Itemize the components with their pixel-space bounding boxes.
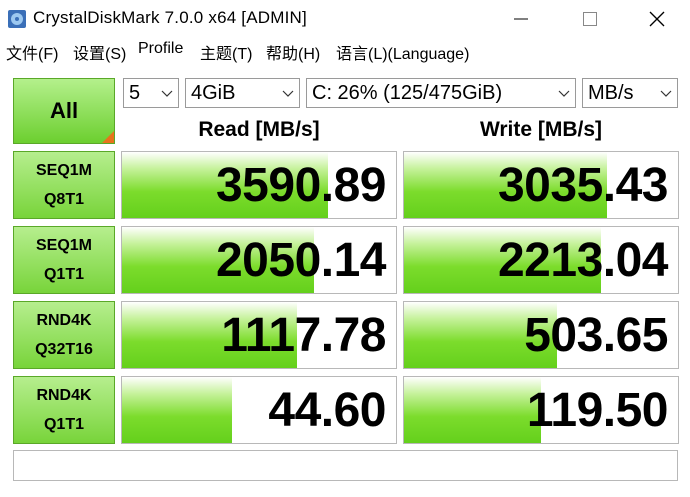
- test-params: Q32T16: [35, 341, 93, 358]
- read-result-seq1m-q8t1: 3590.89: [121, 151, 397, 219]
- write-value: 3035.43: [497, 159, 669, 212]
- chevron-down-icon: [558, 90, 570, 97]
- test-params: Q1T1: [43, 266, 84, 283]
- unit-value: MB/s: [588, 82, 634, 104]
- maximize-button[interactable]: [567, 0, 613, 38]
- minimize-button[interactable]: [498, 0, 544, 38]
- minimize-icon: [514, 18, 528, 20]
- close-button[interactable]: [634, 0, 680, 38]
- test-button-seq1m-q1t1[interactable]: SEQ1M Q1T1: [13, 226, 115, 294]
- test-params: Q1T1: [43, 416, 84, 433]
- menu-bar: 文件(F) 设置(S) Profile 主题(T) 帮助(H) 语言(L)(La…: [0, 38, 690, 64]
- menu-language[interactable]: 语言(L)(Language): [336, 40, 469, 64]
- menu-file[interactable]: 文件(F): [6, 40, 58, 64]
- write-value: 119.50: [526, 384, 669, 437]
- write-header: Write [MB/s]: [479, 118, 603, 141]
- write-value: 2213.04: [497, 234, 669, 287]
- write-result-seq1m-q8t1: 3035.43: [403, 151, 679, 219]
- read-result-seq1m-q1t1: 2050.14: [121, 226, 397, 294]
- menu-settings[interactable]: 设置(S): [73, 40, 126, 64]
- read-value: 1117.78: [221, 309, 386, 362]
- menu-help[interactable]: 帮助(H): [266, 40, 320, 64]
- write-bar: [404, 377, 541, 443]
- window-title: CrystalDiskMark 7.0.0 x64 [ADMIN]: [33, 8, 307, 27]
- read-result-rnd4k-q1t1: 44.60: [121, 376, 397, 444]
- comment-field[interactable]: [13, 450, 678, 481]
- chevron-down-icon: [660, 90, 672, 97]
- test-name: RND4K: [36, 387, 92, 404]
- test-params: Q8T1: [43, 191, 84, 208]
- title-bar: CrystalDiskMark 7.0.0 x64 [ADMIN]: [0, 0, 690, 38]
- unit-select[interactable]: MB/s: [582, 78, 678, 108]
- write-result-rnd4k-q1t1: 119.50: [403, 376, 679, 444]
- test-name: RND4K: [36, 312, 92, 329]
- read-value: 3590.89: [215, 159, 387, 212]
- test-button-rnd4k-q32t16[interactable]: RND4K Q32T16: [13, 301, 115, 369]
- maximize-icon: [583, 12, 597, 26]
- crystaldiskmark-icon: [8, 10, 26, 28]
- test-size-value: 4GiB: [191, 82, 236, 104]
- read-bar: [122, 377, 232, 443]
- drive-value: C: 26% (125/475GiB): [312, 82, 503, 104]
- chevron-down-icon: [161, 90, 173, 97]
- write-value: 503.65: [524, 309, 668, 362]
- test-button-rnd4k-q1t1[interactable]: RND4K Q1T1: [13, 376, 115, 444]
- menu-theme[interactable]: 主题(T): [200, 40, 252, 64]
- test-name: SEQ1M: [35, 237, 92, 254]
- drive-select[interactable]: C: 26% (125/475GiB): [306, 78, 576, 108]
- read-value: 2050.14: [215, 234, 387, 287]
- all-button[interactable]: All: [13, 78, 115, 144]
- chevron-down-icon: [282, 90, 294, 97]
- close-icon: [649, 11, 665, 27]
- read-result-rnd4k-q32t16: 1117.78: [121, 301, 397, 369]
- write-result-seq1m-q1t1: 2213.04: [403, 226, 679, 294]
- test-count-value: 5: [129, 82, 141, 104]
- menu-profile[interactable]: Profile: [138, 40, 183, 58]
- test-count-select[interactable]: 5: [123, 78, 179, 108]
- test-name: SEQ1M: [35, 162, 92, 179]
- read-header: Read [MB/s]: [198, 118, 320, 141]
- test-size-select[interactable]: 4GiB: [185, 78, 300, 108]
- read-value: 44.60: [268, 384, 386, 437]
- corner-indicator-icon: [102, 131, 114, 143]
- write-result-rnd4k-q32t16: 503.65: [403, 301, 679, 369]
- all-button-label: All: [49, 98, 79, 123]
- test-button-seq1m-q8t1[interactable]: SEQ1M Q8T1: [13, 151, 115, 219]
